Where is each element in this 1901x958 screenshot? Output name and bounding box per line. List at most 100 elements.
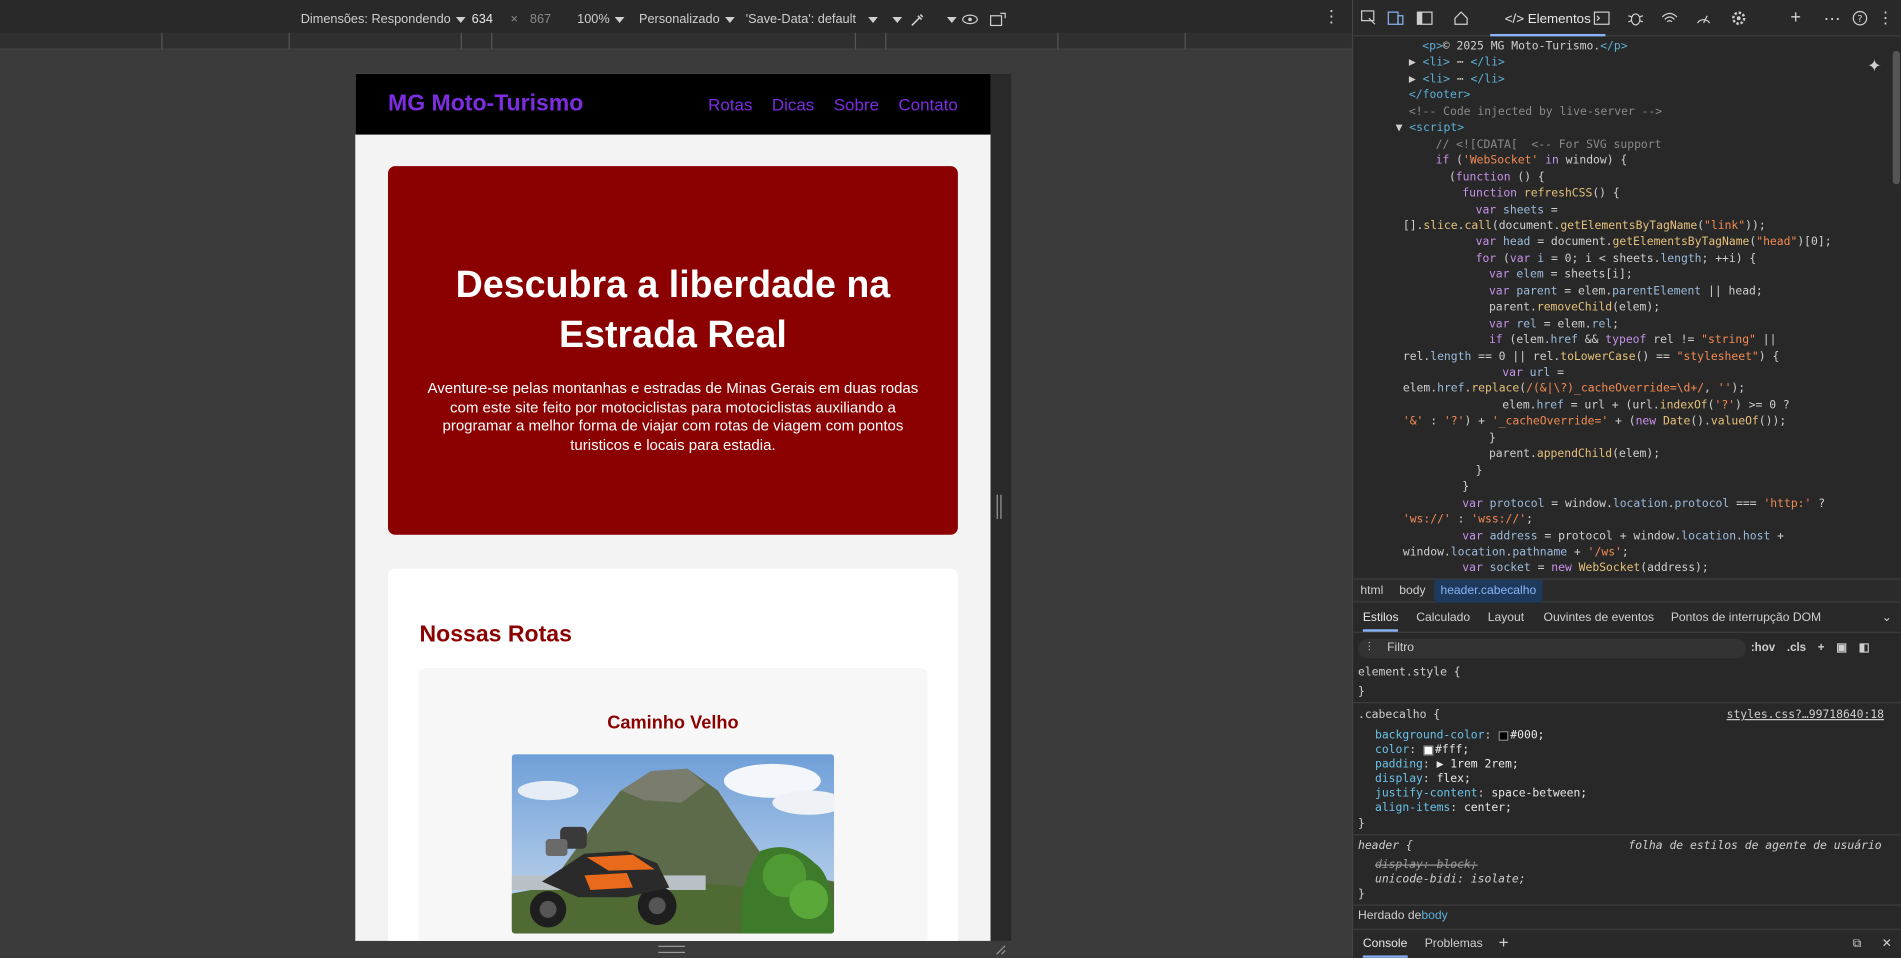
nav-link-rotas[interactable]: Rotas <box>708 95 752 114</box>
bug-icon[interactable] <box>1627 10 1644 27</box>
dom-line[interactable]: <!-- Code injected by live-server --> <box>1409 104 1662 120</box>
dom-line[interactable]: for (var i = 0; i < sheets.length; ++i) … <box>1476 251 1757 267</box>
performance-icon[interactable] <box>1695 10 1712 27</box>
dom-line[interactable]: } <box>1462 479 1469 495</box>
css-property[interactable]: display: flex; <box>1375 772 1471 787</box>
tab-problems[interactable]: Problemas <box>1425 937 1483 950</box>
sidebar-toggle-icon[interactable]: ◧ <box>1859 641 1870 654</box>
console-icon[interactable] <box>1593 10 1610 27</box>
dom-line[interactable]: parent.removeChild(elem); <box>1489 300 1660 316</box>
dock-drawer-icon[interactable]: ⧉ <box>1853 937 1862 950</box>
dom-line[interactable]: if ('WebSocket' in window) { <box>1436 153 1628 169</box>
ua-prop-unicode-bidi[interactable]: unicode-bidi: isolate; <box>1375 873 1526 888</box>
tab-console[interactable]: Console <box>1362 937 1408 958</box>
breadcrumb-body[interactable]: body <box>1399 584 1425 597</box>
hov-toggle[interactable]: :hov <box>1751 641 1775 654</box>
eye-dropdown[interactable] <box>942 12 957 27</box>
device-toggle-icon[interactable] <box>1387 10 1404 27</box>
dom-line[interactable]: var parent = elem.parentElement || head; <box>1489 283 1763 299</box>
css-property[interactable]: background-color: #000; <box>1375 729 1545 744</box>
dom-line[interactable]: var address = protocol + window.location… <box>1462 528 1784 544</box>
save-data-dropdown[interactable]: 'Save-Data': default <box>746 12 878 27</box>
dom-line[interactable]: rel.length == 0 || rel.toLowerCase() == … <box>1403 349 1779 365</box>
cabecalho-selector[interactable]: .cabecalho { <box>1358 708 1440 723</box>
inspect-icon[interactable] <box>1360 10 1377 27</box>
css-property[interactable]: padding: ▶ 1rem 2rem; <box>1375 758 1519 773</box>
tab-layout[interactable]: Layout <box>1488 611 1524 624</box>
styles-filter-input[interactable]: ⫶ Filtro <box>1358 638 1746 659</box>
tab-dom-breakpoints[interactable]: Pontos de interrupção DOM <box>1671 611 1821 624</box>
nav-link-dicas[interactable]: Dicas <box>772 95 814 114</box>
dom-line[interactable]: if (elem.href && typeof rel != "string" … <box>1489 332 1776 348</box>
dom-line[interactable]: </footer> <box>1409 88 1471 104</box>
dom-line[interactable]: function refreshCSS() { <box>1462 186 1619 202</box>
nav-link-contato[interactable]: Contato <box>898 95 957 114</box>
cls-toggle[interactable]: .cls <box>1787 641 1806 654</box>
ua-prop-display[interactable]: display: block; <box>1375 858 1478 873</box>
resize-handle-right[interactable] <box>996 494 1002 519</box>
dom-line[interactable]: '&' : '?') + '_cacheOverride=' + (new Da… <box>1403 414 1786 430</box>
settings-gear-icon[interactable] <box>1730 10 1747 27</box>
route-card[interactable]: Caminho Velho <box>418 668 928 941</box>
dom-line[interactable]: var socket = new WebSocket(address); <box>1462 561 1708 577</box>
zoom-dropdown[interactable]: 100% <box>577 12 625 27</box>
ua-selector[interactable]: header { <box>1358 839 1413 854</box>
dom-line[interactable]: 'ws://' : 'wss://'; <box>1403 512 1533 528</box>
dom-line[interactable]: parent.appendChild(elem); <box>1489 447 1660 463</box>
css-property[interactable]: align-items: center; <box>1375 801 1512 816</box>
dom-line[interactable]: window.location.pathname + '/ws'; <box>1403 544 1629 560</box>
css-property[interactable]: justify-content: space-between; <box>1375 787 1587 802</box>
dom-line[interactable]: ▶ <li> ⋯ </li> <box>1409 55 1505 71</box>
dom-line[interactable]: var url = <box>1502 365 1564 381</box>
dock-icon[interactable] <box>1416 10 1433 27</box>
add-tab-icon[interactable]: + <box>1787 8 1804 26</box>
dom-line[interactable]: (function () { <box>1449 169 1545 185</box>
dom-line[interactable]: var protocol = window.location.protocol … <box>1462 495 1825 511</box>
more-tabs-icon[interactable]: ⋯ <box>1824 10 1841 27</box>
site-logo[interactable]: MG Moto-Turismo <box>388 91 583 118</box>
dom-line[interactable]: var sheets = <box>1476 202 1558 218</box>
nav-link-sobre[interactable]: Sobre <box>834 95 879 114</box>
help-icon[interactable]: ? <box>1851 10 1868 27</box>
cabecalho-source-link[interactable]: styles.css?…99718640:18 <box>1727 708 1884 723</box>
close-drawer-icon[interactable]: ✕ <box>1882 937 1892 950</box>
eye-icon[interactable] <box>962 12 979 30</box>
resize-handle-bottom[interactable] <box>658 945 686 954</box>
dom-scrollbar[interactable] <box>1892 50 1900 572</box>
dom-line[interactable]: } <box>1476 463 1483 479</box>
color-swatch[interactable] <box>1422 745 1433 755</box>
dom-tree[interactable]: <p>© 2025 MG Moto-Turismo.</p> ▶ <li> ⋯ <… <box>1353 36 1893 577</box>
dom-line[interactable]: [].slice.call(document.getElementsByTagN… <box>1403 218 1766 234</box>
dom-line[interactable]: <p>© 2025 MG Moto-Turismo.</p> <box>1422 39 1627 55</box>
pin-icon[interactable]: ✦ <box>1867 56 1881 77</box>
element-state-icon[interactable]: ▣ <box>1836 641 1847 654</box>
color-swatch[interactable] <box>1498 730 1508 741</box>
css-property[interactable]: color: #fff; <box>1375 743 1469 758</box>
tab-elements[interactable]: </> Elementos <box>1490 0 1606 37</box>
throttle-dropdown[interactable]: Personalizado <box>639 12 735 27</box>
dom-line[interactable]: ▼ <script> <box>1396 120 1464 136</box>
dom-line[interactable]: var elem = sheets[i]; <box>1489 267 1633 283</box>
dom-line[interactable]: ▶ <li> ⋯ </li> <box>1409 71 1505 87</box>
network-icon[interactable] <box>1661 10 1678 27</box>
breadcrumb-html[interactable]: html <box>1360 584 1383 597</box>
breadcrumb-header[interactable]: header.cabecalho <box>1434 579 1543 603</box>
rotate-icon[interactable] <box>989 12 1006 30</box>
tab-event-listeners[interactable]: Ouvintes de eventos <box>1544 611 1655 624</box>
dom-line[interactable]: elem.href.replace(/(&|\?)_cacheOverride=… <box>1403 381 1745 397</box>
dom-line[interactable]: } <box>1489 430 1496 446</box>
chevron-down-icon[interactable]: ⌄ <box>1882 611 1892 624</box>
element-style-selector[interactable]: element.style { <box>1358 666 1461 681</box>
resize-corner-icon[interactable] <box>994 943 1006 955</box>
add-drawer-tab-icon[interactable]: + <box>1499 932 1509 951</box>
dom-line[interactable]: var rel = elem.rel; <box>1489 316 1619 332</box>
tab-computed[interactable]: Calculado <box>1416 611 1470 624</box>
more-options-icon[interactable]: ⋮ <box>1323 6 1340 27</box>
new-rule-icon[interactable]: + <box>1818 641 1825 654</box>
height-input[interactable]: 867 <box>530 12 551 27</box>
tab-styles[interactable]: Estilos <box>1362 611 1399 632</box>
dom-line[interactable]: var head = document.getElementsByTagName… <box>1476 234 1832 250</box>
width-input[interactable]: 634 <box>472 12 493 27</box>
devtools-menu-icon[interactable]: ⋮ <box>1877 9 1894 27</box>
eyedropper-icon[interactable] <box>909 12 925 31</box>
